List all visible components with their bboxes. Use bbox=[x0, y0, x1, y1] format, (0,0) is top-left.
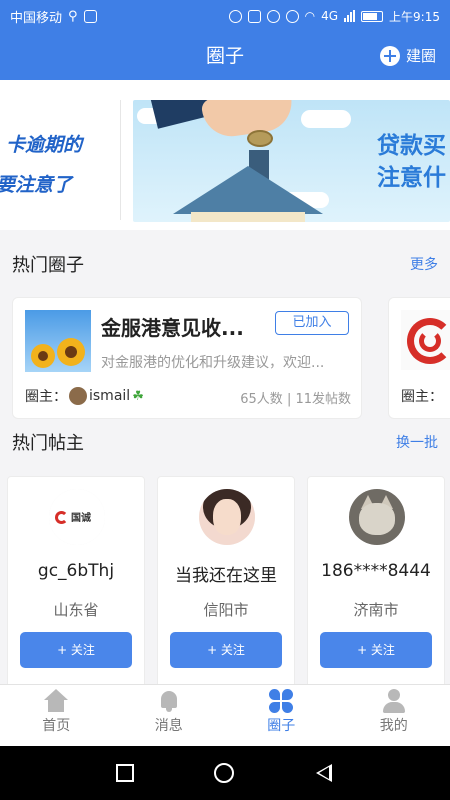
hot-circles-header: 热门圈子 更多 bbox=[0, 244, 450, 284]
clover-icon: ☘ bbox=[132, 388, 144, 404]
avatar[interactable] bbox=[199, 489, 255, 545]
wifi-icon: ◠ bbox=[304, 9, 316, 23]
logo-ring-inner bbox=[419, 330, 441, 352]
poster-region: 济南市 bbox=[353, 601, 399, 619]
vibrate-icon bbox=[247, 9, 261, 23]
sunflower-center bbox=[65, 346, 77, 358]
company-logo: 国诚 bbox=[49, 489, 105, 545]
poster-name: gc_6bThj bbox=[37, 561, 115, 581]
bottom-tab-bar: 首页 消息 圈子 我的 bbox=[0, 684, 450, 746]
recent-apps-button[interactable] bbox=[116, 764, 134, 782]
banner-slide-text: 卡逾期的 bbox=[6, 134, 83, 156]
poster-region: 信阳市 bbox=[203, 601, 249, 619]
circle-card[interactable]: 圈主： bbox=[388, 297, 450, 419]
poster-card[interactable]: 国诚 gc_6bThj 山东省 + 关注 bbox=[7, 476, 145, 691]
status-bar: 中国移动 ⚲ ◠ 4G 上午9:15 bbox=[0, 0, 450, 32]
shield-icon bbox=[83, 9, 97, 23]
section-title: 热门帖主 bbox=[12, 433, 84, 454]
banner-headline: 注意什 bbox=[377, 165, 446, 191]
joined-button[interactable]: 已加入 bbox=[275, 311, 349, 335]
poster-name: 当我还在这里 bbox=[175, 566, 277, 586]
hot-posters-header: 热门帖主 换一批 bbox=[0, 422, 450, 462]
carrier-label: 中国移动 bbox=[10, 10, 63, 26]
cat-head bbox=[359, 503, 395, 535]
tab-home[interactable]: 首页 bbox=[0, 685, 113, 746]
clock: 上午9:15 bbox=[389, 9, 440, 24]
banner-headline: 贷款买 bbox=[377, 133, 446, 159]
avatar[interactable] bbox=[349, 489, 405, 545]
network-type: 4G bbox=[321, 9, 339, 23]
circle-thumbnail bbox=[401, 310, 450, 370]
avatar[interactable]: 国诚 bbox=[49, 489, 105, 545]
banner-slide-text: 要注意了 bbox=[0, 174, 73, 196]
portrait-photo bbox=[199, 489, 255, 545]
cloud-illustration bbox=[301, 110, 351, 128]
section-title: 热门圈子 bbox=[12, 255, 84, 276]
tab-label: 消息 bbox=[154, 718, 183, 734]
poster-card[interactable]: 186****8444 济南市 + 关注 bbox=[307, 476, 445, 691]
alarm-icon bbox=[266, 9, 280, 23]
create-circle-label: 建圈 bbox=[405, 47, 436, 65]
signal-icon bbox=[344, 10, 356, 22]
slide-divider bbox=[120, 100, 121, 220]
poster-region: 山东省 bbox=[53, 601, 99, 619]
headset-icon bbox=[228, 9, 242, 23]
follow-button[interactable]: + 关注 bbox=[170, 632, 282, 668]
circle-name: 金服港意见收... bbox=[101, 316, 244, 340]
bell-icon bbox=[157, 689, 181, 713]
eye-icon bbox=[285, 9, 299, 23]
face-shape bbox=[213, 499, 241, 535]
coin-illustration bbox=[247, 130, 273, 147]
create-circle-button[interactable]: 建圈 bbox=[379, 45, 436, 66]
tab-circles[interactable]: 圈子 bbox=[225, 685, 338, 746]
home-icon bbox=[44, 689, 69, 713]
follow-button[interactable]: + 关注 bbox=[20, 632, 132, 668]
owner-avatar bbox=[69, 387, 87, 405]
tab-label: 我的 bbox=[379, 718, 408, 734]
refresh-posters-link[interactable]: 换一批 bbox=[396, 432, 438, 452]
banner-carousel[interactable]: 卡逾期的 要注意了 贷款买 注意什 bbox=[0, 80, 450, 230]
owner-label: 圈主： bbox=[25, 389, 67, 405]
cat-photo bbox=[349, 489, 405, 545]
tab-profile[interactable]: 我的 bbox=[338, 685, 450, 746]
circle-stats: 65人数 | 11发帖数 bbox=[240, 392, 351, 407]
follow-button[interactable]: + 关注 bbox=[320, 632, 432, 668]
circle-thumbnail bbox=[25, 310, 91, 372]
tab-label: 首页 bbox=[42, 718, 71, 734]
logo-text: 国诚 bbox=[71, 513, 91, 524]
poster-name: 186****8444 bbox=[321, 561, 431, 581]
plus-circle-icon bbox=[379, 45, 400, 66]
owner-label: 圈主： bbox=[401, 389, 443, 405]
sunflower-center bbox=[38, 351, 48, 361]
home-button[interactable] bbox=[214, 763, 234, 783]
owner-name: ismail bbox=[89, 388, 131, 404]
circle-description: 对金服港的优化和升级建议，欢迎... bbox=[101, 355, 325, 371]
tab-label: 圈子 bbox=[267, 718, 296, 734]
circle-owner: 圈主： ismail ☘ bbox=[25, 386, 144, 406]
tab-messages[interactable]: 消息 bbox=[113, 685, 226, 746]
system-navigation-bar bbox=[0, 746, 450, 800]
house-roof-illustration bbox=[173, 166, 323, 214]
banner-slide-previous[interactable]: 卡逾期的 要注意了 bbox=[0, 100, 118, 220]
house-illustration bbox=[191, 212, 305, 222]
circle-icon bbox=[269, 689, 294, 713]
logo-ring bbox=[55, 511, 68, 524]
battery-icon bbox=[361, 10, 384, 22]
back-button[interactable] bbox=[316, 764, 332, 782]
usb-icon: ⚲ bbox=[68, 8, 78, 24]
banner-slide-current[interactable]: 贷款买 注意什 bbox=[133, 100, 450, 222]
more-circles-link[interactable]: 更多 bbox=[410, 254, 438, 274]
circle-card[interactable]: 金服港意见收... 已加入 对金服港的优化和升级建议，欢迎... 圈主： ism… bbox=[12, 297, 362, 419]
app-header: 圈子 建圈 bbox=[0, 32, 450, 80]
user-icon bbox=[382, 689, 406, 713]
poster-card[interactable]: 当我还在这里 信阳市 + 关注 bbox=[157, 476, 295, 691]
